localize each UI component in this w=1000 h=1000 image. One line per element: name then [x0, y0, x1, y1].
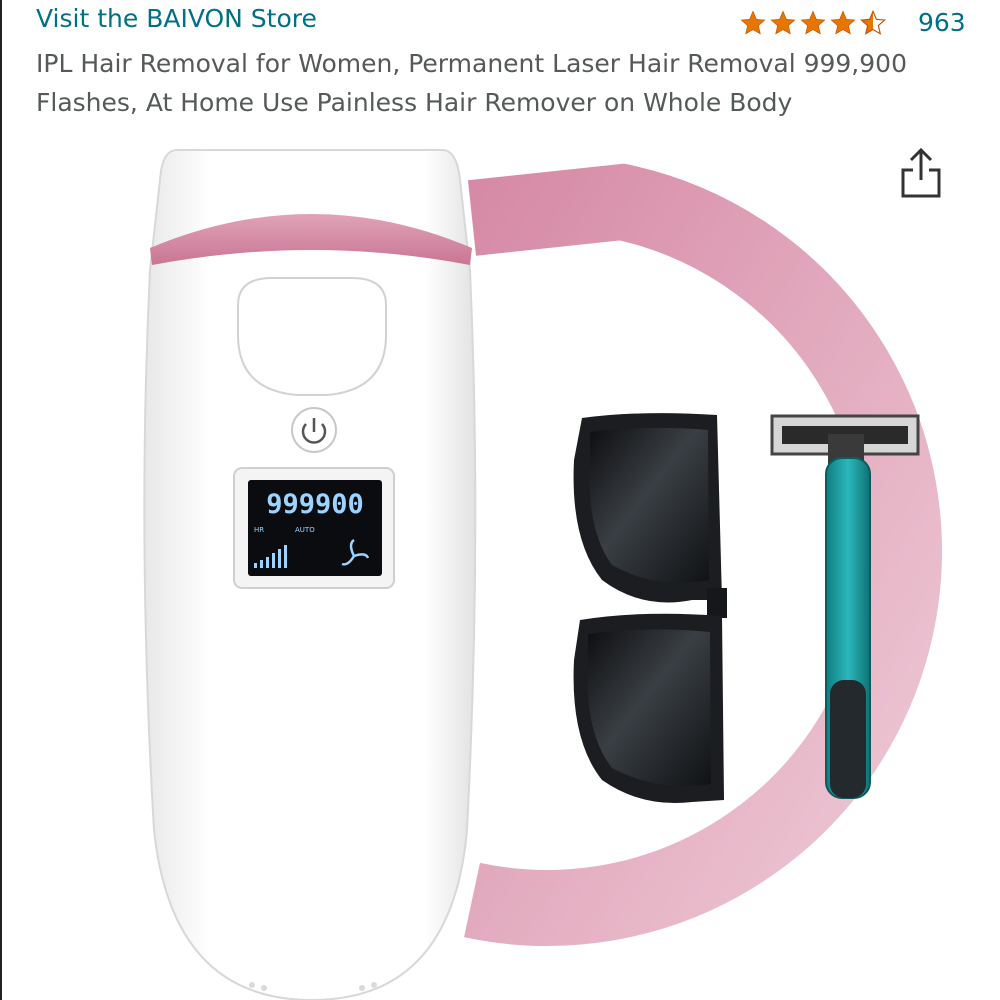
power-button-icon	[291, 407, 337, 453]
protective-glasses	[573, 413, 727, 804]
star-half-icon	[859, 9, 887, 35]
star-full-icon	[800, 10, 826, 35]
mode-hr-label: HR	[254, 526, 264, 534]
rating-count[interactable]: 963	[918, 6, 966, 40]
ipl-device: 999900 HR AUTO	[143, 149, 477, 1000]
mode-auto-label: AUTO	[295, 526, 315, 534]
rating-widget[interactable]: 963	[738, 6, 966, 40]
flash-count-readout: 999900	[266, 489, 364, 520]
store-link[interactable]: Visit the BAIVON Store	[36, 2, 317, 36]
star-full-icon	[740, 10, 766, 35]
product-image[interactable]: 999900 HR AUTO	[2, 140, 1000, 1000]
star-full-icon	[830, 10, 856, 35]
star-full-icon	[770, 10, 796, 35]
product-title: IPL Hair Removal for Women, Permanent La…	[36, 49, 907, 117]
star-rating	[738, 9, 888, 37]
